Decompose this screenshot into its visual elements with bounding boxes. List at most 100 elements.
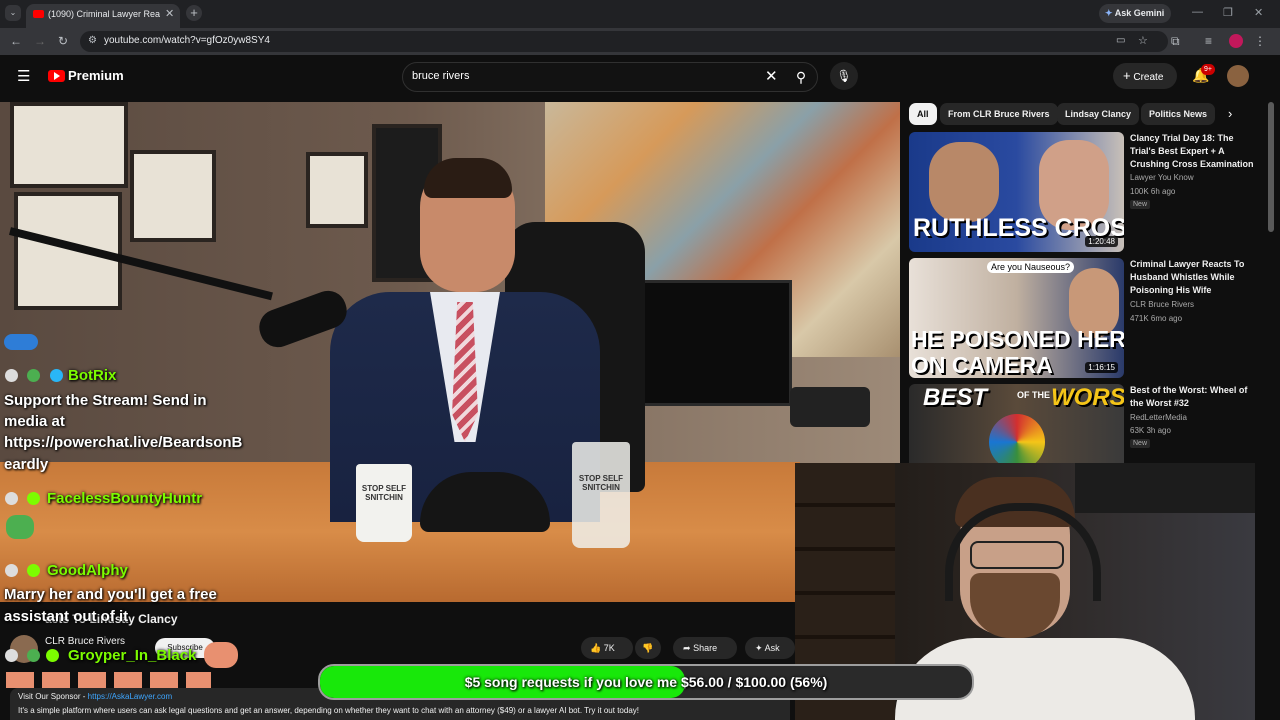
back-icon[interactable]: ← (10, 34, 22, 48)
duration-badge: 1:16:15 (1085, 362, 1118, 373)
sponsor-link[interactable]: https://AskaLawyer.com (88, 692, 172, 701)
search-box[interactable]: bruce rivers ✕ ⚲ (402, 62, 818, 92)
browser-tab[interactable]: (1090) Criminal Lawyer Reacts T ✕ (26, 4, 180, 28)
chat-badge-icon (5, 564, 18, 577)
chat-message-line: https://powerchat.live/BeardsonB (4, 434, 243, 451)
rec-thumbnail-3[interactable]: BEST OF THE WORST (909, 384, 1124, 464)
chip-lindsay-clancy[interactable]: Lindsay Clancy (1057, 103, 1140, 125)
chat-message-line: assistant out of it (4, 608, 129, 625)
youtube-header: ☰ Premium bruce rivers ✕ ⚲ 🎙 + Create 🔔 … (0, 55, 1280, 100)
close-window-icon[interactable]: ✕ (1254, 6, 1263, 19)
tab-strip: ⌄ (1090) Criminal Lawyer Reacts T ✕ + ✦ … (0, 0, 1280, 28)
chat-sub-badge-icon (27, 649, 40, 662)
sponsor-label: Visit Our Sponsor - (18, 692, 88, 701)
media-controls-icon[interactable]: ≡ (1205, 34, 1212, 48)
thumb-text-best: BEST (923, 384, 988, 411)
thumb-person-left (929, 142, 999, 222)
video-player[interactable]: STOP SELF SNITCHIN STOP SELF SNITCHIN (0, 102, 900, 602)
rec-meta-3: 63K 3h ago (1130, 426, 1171, 435)
address-bar[interactable]: ⚙ youtube.com/watch?v=gfOz0yw8SY4 ▭ ☆ (80, 31, 1168, 52)
thumbs-up-icon: 👍 (590, 643, 602, 653)
desk-phone (790, 387, 870, 427)
hamburger-menu-icon[interactable]: ☰ (17, 67, 30, 85)
chevron-right-icon[interactable]: › (1228, 106, 1232, 121)
notification-count-badge: 9+ (1201, 64, 1215, 75)
goal-text: $5 song requests if you love me $56.00 /… (464, 674, 828, 690)
chat-sub-badge-icon (27, 492, 40, 505)
rec-title-1[interactable]: Clancy Trial Day 18: The Trial's Best Ex… (1130, 132, 1258, 171)
sparkle-icon: ✦ (755, 643, 763, 653)
rec-thumbnail-1[interactable]: RUTHLESS CROSS 1:20:48 (909, 132, 1124, 252)
chat-username-goodalphy: GoodAlphy (47, 562, 128, 579)
chip-from-channel[interactable]: From CLR Bruce Rivers (940, 103, 1058, 125)
chat-username-botrix: BotRix (68, 367, 117, 384)
mug-left-text: STOP SELF SNITCHIN (361, 484, 407, 502)
tab-search-icon[interactable]: ⌄ (5, 5, 21, 21)
user-avatar[interactable] (1227, 65, 1249, 87)
ask-label: Ask (764, 643, 780, 653)
like-count: 7K (603, 643, 615, 653)
url-text[interactable]: youtube.com/watch?v=gfOz0yw8SY4 (104, 35, 270, 46)
minimize-icon[interactable]: — (1192, 6, 1203, 18)
mug-left: STOP SELF SNITCHIN (356, 464, 412, 542)
profile-avatar[interactable] (1229, 34, 1243, 48)
new-tab-icon[interactable]: + (186, 5, 202, 21)
chat-emote-partial (4, 334, 38, 350)
diploma-frame (10, 102, 128, 188)
chip-all[interactable]: All (909, 103, 937, 125)
description-line-1: Visit Our Sponsor - https://AskaLawyer.c… (18, 692, 172, 701)
forward-icon[interactable]: → (34, 34, 46, 48)
tab-close-icon[interactable]: ✕ (165, 7, 174, 20)
mug-right-text: STOP SELF SNITCHIN (578, 474, 624, 492)
chip-politics-news[interactable]: Politics News (1141, 103, 1216, 125)
maximize-icon[interactable]: ❐ (1223, 6, 1233, 19)
search-icon[interactable]: ⚲ (787, 63, 815, 91)
rec-channel-2[interactable]: CLR Bruce Rivers (1130, 300, 1194, 309)
browser-toolbar: ← → ↻ ⚙ youtube.com/watch?v=gfOz0yw8SY4 … (0, 28, 1280, 55)
thumb-text-line1: HE POISONED HER (911, 326, 1124, 352)
create-label: Create (1133, 72, 1164, 83)
chat-badge-icon (5, 369, 18, 382)
tab-title: (1090) Criminal Lawyer Reacts T (48, 9, 160, 19)
ask-gemini-button[interactable]: ✦ Ask Gemini (1099, 4, 1171, 23)
chat-message-line: eardly (4, 456, 49, 473)
scrollbar[interactable] (1268, 102, 1274, 232)
rec-meta-1: 100K 6h ago (1130, 187, 1176, 196)
chat-username-groyper: Groyper_In_Black (68, 647, 197, 664)
search-input[interactable]: bruce rivers (412, 70, 469, 82)
share-icon: ➦ (683, 643, 691, 653)
reload-icon[interactable]: ↻ (58, 34, 68, 48)
description-line-2: It's a simple platform where users can a… (18, 706, 639, 715)
site-info-icon[interactable]: ⚙ (88, 35, 97, 46)
cast-icon[interactable]: ▭ (1116, 35, 1125, 46)
rec-thumbnail-2[interactable]: Are you Nauseous? HE POISONED HER ON CAM… (909, 258, 1124, 378)
chat-sub-badge-icon (46, 649, 59, 662)
face-emote (204, 642, 238, 668)
create-button[interactable]: + Create (1113, 63, 1177, 89)
share-button[interactable]: ➦ Share (673, 637, 737, 659)
verified-check-icon (27, 369, 40, 382)
logo-play-icon (54, 72, 60, 80)
rec-title-2[interactable]: Criminal Lawyer Reacts To Husband Whistl… (1130, 258, 1258, 297)
microphone-icon[interactable]: 🎙 (830, 62, 858, 90)
clear-search-icon[interactable]: ✕ (765, 67, 778, 85)
channel-name[interactable]: CLR Bruce Rivers (45, 636, 125, 647)
computer-monitor (636, 280, 792, 406)
chat-message-line: media at (4, 413, 65, 430)
dislike-button[interactable]: 👎 (635, 637, 661, 659)
bookmark-star-icon[interactable]: ☆ (1138, 34, 1148, 47)
chat-username-faceless: FacelessBountyHuntr (47, 490, 203, 507)
rec-channel-3[interactable]: RedLetterMedia (1130, 413, 1187, 422)
thumb-text-of-the: OF THE (1017, 390, 1050, 400)
rec-channel-1[interactable]: Lawyer You Know (1130, 173, 1194, 182)
extensions-icon[interactable]: ⧉ (1171, 34, 1180, 49)
plus-icon: + (1123, 68, 1131, 83)
ask-button[interactable]: ✦ Ask (745, 637, 795, 659)
logo-premium-text[interactable]: Premium (68, 68, 124, 83)
certificate-frame (130, 150, 216, 242)
thumb-text-worst: WORST (1051, 384, 1124, 411)
browser-menu-icon[interactable]: ⋮ (1254, 34, 1266, 48)
like-button[interactable]: 👍 7K (581, 637, 633, 659)
rec-title-3[interactable]: Best of the Worst: Wheel of the Worst #3… (1130, 384, 1258, 410)
mug-right: STOP SELF SNITCHIN (572, 442, 630, 548)
